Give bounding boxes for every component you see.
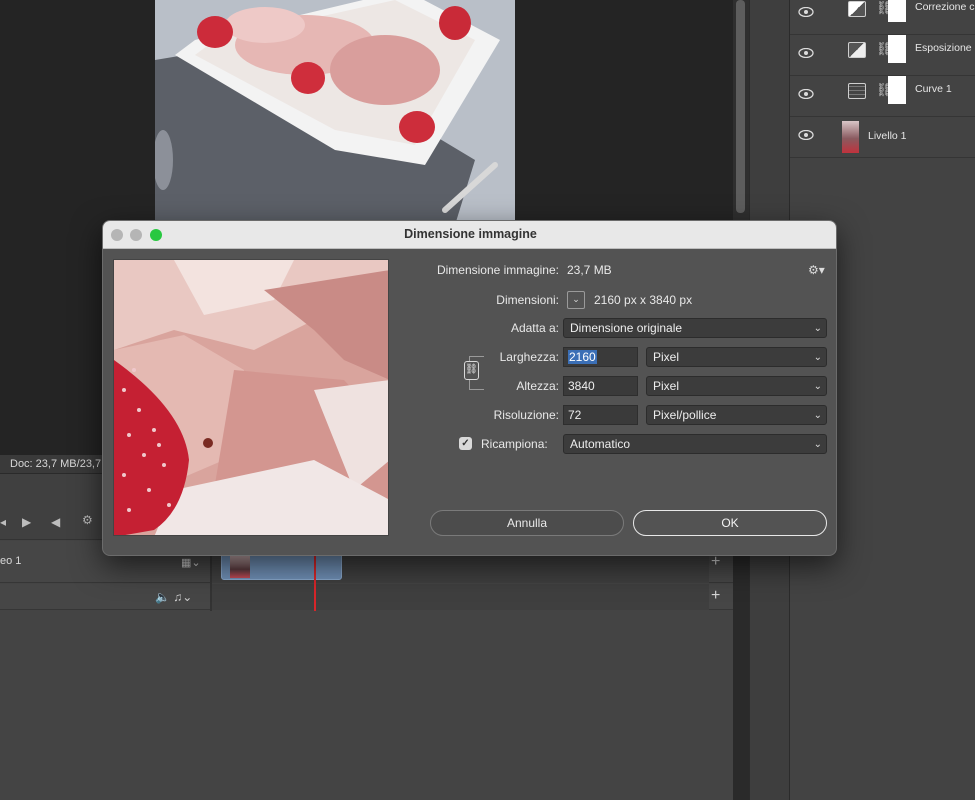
- layer-row[interactable]: ⛓ Correzione c: [790, 0, 975, 35]
- speaker-music-icons[interactable]: 🔈 ♫⌄: [155, 590, 192, 604]
- selective-color-icon: [848, 1, 866, 17]
- image-preview[interactable]: [113, 259, 389, 536]
- image-size-label: Dimensione immagine:: [436, 263, 559, 277]
- width-unit-dropdown[interactable]: Pixel ⌄: [646, 347, 827, 367]
- dialog-title: Dimensione immagine: [404, 227, 537, 241]
- width-value: 2160: [568, 350, 597, 364]
- curves-icon: [848, 83, 866, 99]
- clip-thumbnail: [230, 556, 250, 578]
- layer-mask-thumbnail[interactable]: [888, 0, 906, 22]
- height-value: 3840: [568, 379, 595, 393]
- layer-mask-thumbnail[interactable]: [888, 76, 906, 104]
- resolution-unit-value: Pixel/pollice: [653, 408, 717, 422]
- image-size-dialog: Dimensione immagine Dimensione immagine:…: [102, 220, 837, 556]
- resample-label: Ricampiona:: [481, 437, 548, 451]
- height-input[interactable]: 3840: [563, 376, 638, 396]
- dimensions-units-dropdown[interactable]: ⌄: [567, 291, 585, 309]
- ok-button[interactable]: OK: [633, 510, 827, 536]
- height-unit-value: Pixel: [653, 379, 680, 393]
- chevron-down-icon: ⌄: [813, 410, 822, 421]
- chevron-down-icon: ⌄: [813, 352, 822, 363]
- layer-name[interactable]: Esposizione: [915, 42, 972, 54]
- layer-row[interactable]: ⛓ Esposizione: [790, 35, 975, 76]
- skip-back-icon[interactable]: ◂: [0, 515, 6, 529]
- resample-checkbox[interactable]: ✓: [459, 437, 472, 450]
- eye-icon[interactable]: [798, 7, 814, 17]
- eye-icon[interactable]: [798, 89, 814, 99]
- layer-mask-thumbnail[interactable]: [888, 35, 906, 63]
- exposure-icon: [848, 42, 866, 58]
- layer-row[interactable]: ⛓ Curve 1: [790, 76, 975, 117]
- eye-icon[interactable]: [798, 130, 814, 140]
- settings-gear-icon[interactable]: ⚙▾: [808, 263, 825, 277]
- layer-image-thumbnail[interactable]: [842, 121, 859, 153]
- chevron-down-icon: ⌄: [813, 439, 822, 450]
- dimensions-value: 2160 px x 3840 px: [594, 293, 693, 307]
- video-track-label: eo 1: [0, 555, 22, 567]
- height-unit-dropdown[interactable]: Pixel ⌄: [646, 376, 827, 396]
- chevron-down-icon: ⌄: [813, 323, 822, 334]
- resample-value: Automatico: [570, 437, 631, 451]
- fit-to-dropdown[interactable]: Dimensione originale ⌄: [563, 318, 827, 338]
- resolution-label: Risoluzione:: [493, 408, 559, 422]
- eye-icon[interactable]: [798, 48, 814, 58]
- width-input[interactable]: 2160: [563, 347, 638, 367]
- height-label: Altezza:: [516, 379, 559, 393]
- document-status-bar: Doc: 23,7 MB/23,7: [0, 455, 102, 473]
- image-size-value: 23,7 MB: [567, 263, 612, 277]
- layer-row[interactable]: Livello 1: [790, 117, 975, 158]
- layer-name[interactable]: Curve 1: [915, 83, 952, 95]
- gear-icon[interactable]: ⚙: [82, 513, 93, 527]
- dimensions-label: Dimensioni:: [496, 293, 559, 307]
- width-label: Larghezza:: [499, 350, 559, 364]
- film-icon[interactable]: ▦⌄: [181, 556, 201, 569]
- chevron-down-icon: ⌄: [813, 381, 822, 392]
- resolution-value: 72: [568, 408, 582, 422]
- play-icon[interactable]: ▶: [22, 515, 31, 529]
- resolution-unit-dropdown[interactable]: Pixel/pollice ⌄: [646, 405, 827, 425]
- fit-to-value: Dimensione originale: [570, 321, 683, 335]
- cancel-button[interactable]: Annulla: [430, 510, 624, 536]
- audio-track-area[interactable]: [212, 584, 709, 610]
- canvas-photo: [155, 0, 515, 225]
- fit-to-label: Adatta a:: [510, 321, 559, 335]
- width-unit-value: Pixel: [653, 350, 680, 364]
- audio-icon[interactable]: ◀: [51, 515, 60, 529]
- add-audio-button[interactable]: +: [711, 587, 720, 605]
- scrollbar-thumb[interactable]: [736, 0, 745, 213]
- layer-name[interactable]: Correzione c: [915, 1, 975, 13]
- resolution-input[interactable]: 72: [563, 405, 638, 425]
- layer-name[interactable]: Livello 1: [868, 130, 907, 142]
- resample-dropdown[interactable]: Automatico ⌄: [563, 434, 827, 454]
